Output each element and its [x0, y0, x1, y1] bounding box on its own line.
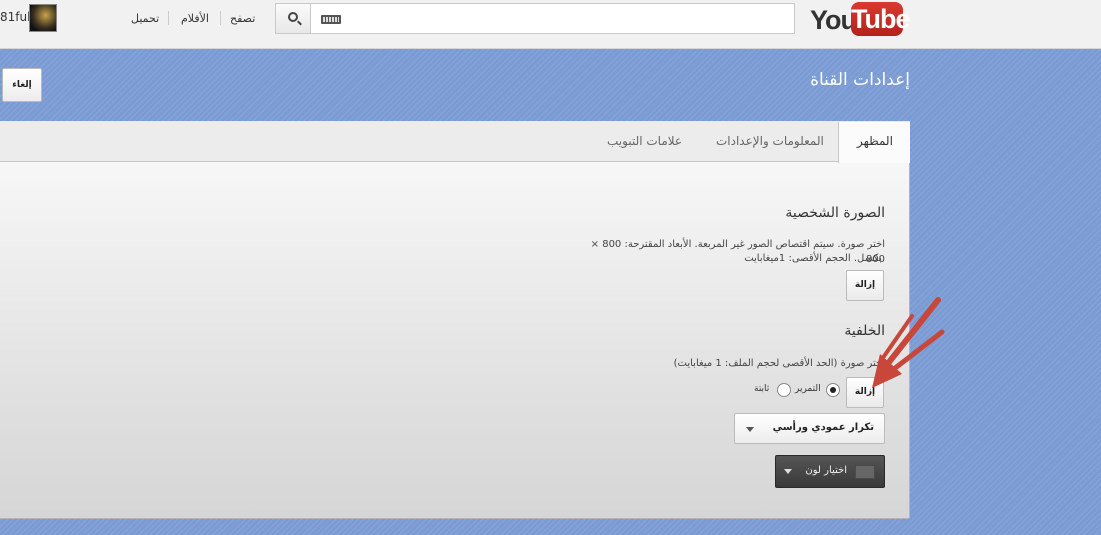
choose-color-button[interactable]: اختيار لون [775, 455, 885, 488]
cancel-button[interactable]: إلغاء [2, 68, 42, 102]
repeat-select[interactable]: تكرار عمودي ورأسي [734, 413, 885, 444]
background-section-desc: اختر صورة (الحد الأقصى لحجم الملف: 1 ميغ… [673, 358, 885, 369]
page-title: إعدادات القناة [810, 70, 910, 90]
radio-fixed-label: ثابتة [754, 384, 770, 394]
tab-info-settings[interactable]: المعلومات والإعدادات [716, 134, 824, 148]
avatar-section-title: الصورة الشخصية [785, 205, 885, 221]
color-swatch [855, 465, 875, 479]
masthead: You Tube تصفح الأفلام تحميل 81ful [0, 0, 1101, 49]
nav-divider [168, 11, 169, 25]
avatar[interactable] [29, 4, 57, 32]
keyboard-icon[interactable] [321, 15, 341, 24]
youtube-logo[interactable]: You Tube [810, 2, 911, 36]
search-icon [288, 12, 298, 22]
tab-appearance-label[interactable]: المظهر [857, 134, 893, 148]
radio-scroll[interactable] [826, 383, 840, 397]
chevron-down-icon [746, 427, 754, 432]
radio-fixed[interactable] [777, 383, 791, 397]
tab-tabs[interactable]: علامات التبويب [607, 134, 682, 148]
radio-scroll-label: التمرير [795, 384, 821, 394]
avatar-section-desc-2: بكسل. الحجم الأقصى: 1ميغابايت. [744, 253, 885, 264]
settings-panel [0, 121, 910, 519]
user-name[interactable]: 81ful [0, 10, 30, 24]
search-input[interactable] [310, 3, 795, 34]
nav-movies[interactable]: الأفلام [181, 12, 209, 25]
search-button[interactable] [275, 3, 311, 34]
annotation-arrow [872, 297, 945, 388]
logo-you-text: You [810, 5, 857, 35]
choose-color-label: اختيار لون [805, 465, 847, 476]
chevron-down-icon [784, 469, 792, 474]
nav-upload[interactable]: تحميل [131, 12, 159, 25]
logo-tube-text: Tube [851, 2, 911, 36]
nav-divider [220, 11, 221, 25]
repeat-select-value: تكرار عمودي ورأسي [772, 422, 874, 433]
nav-browse[interactable]: تصفح [230, 12, 255, 25]
